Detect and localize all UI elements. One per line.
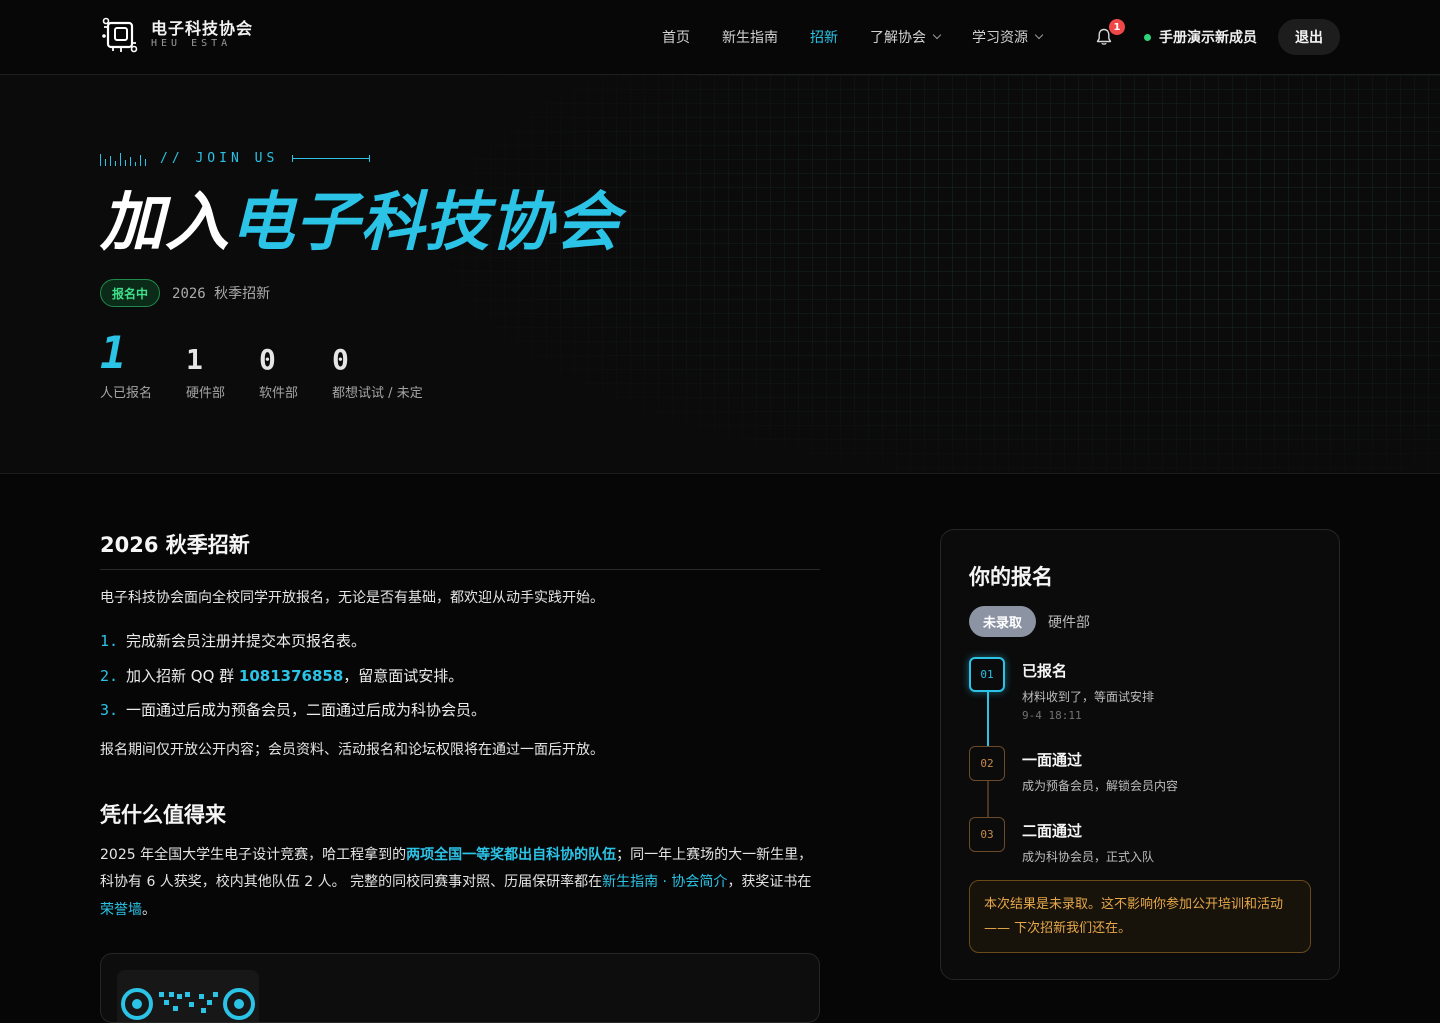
why-text: 。: [142, 901, 156, 918]
step-item: 2. 加入招新 QQ 群 1081376858，留意面试安排。: [100, 659, 820, 694]
season-label: 2026 秋季招新: [172, 286, 271, 302]
step-item: 1. 完成新会员注册并提交本页报名表。: [100, 624, 820, 659]
nav-link-label: 学习资源: [972, 30, 1028, 46]
timeline-title: 已报名: [1022, 662, 1068, 680]
recruit-content: 2026 秋季招新 电子科技协会面向全校同学开放报名，无论是否有基础，都欢迎从动…: [100, 530, 820, 924]
hero-title-accent: 电子科技协会: [230, 186, 620, 260]
step-text: 一面通过后成为预备会员，二面通过后成为科协会员。: [126, 701, 487, 719]
notification-badge: 1: [1109, 19, 1125, 35]
recruit-steps: 1. 完成新会员注册并提交本页报名表。 2. 加入招新 QQ 群 108137685…: [100, 624, 820, 728]
stat-label: 人已报名: [100, 386, 153, 401]
nav-link-recruit[interactable]: 招新: [810, 27, 838, 47]
qq-group-number[interactable]: 1081376858: [239, 667, 343, 685]
timeline-desc: 成为预备会员，解锁会员内容: [1022, 779, 1179, 793]
result-badge: 未录取: [969, 606, 1037, 637]
nav-link-label: 招新: [810, 30, 838, 46]
step-text-pre: 加入招新 QQ 群: [126, 666, 239, 685]
hero-grid-background: [0, 75, 1440, 473]
nav-link-freshman-guide[interactable]: 新生指南: [722, 27, 778, 47]
chevron-down-icon: [932, 30, 942, 40]
hero-section: // JOIN US 加入电子科技协会 报名中 2026 秋季招新 1 人已报名…: [0, 75, 1440, 474]
timeline-node: 03: [969, 817, 1005, 852]
online-status-dot: [1144, 33, 1151, 41]
stat-hardware: 1 硬件部: [186, 342, 225, 401]
section-title-why: 凭什么值得来: [100, 802, 226, 827]
timeline-title: 一面通过: [1022, 751, 1083, 769]
result-notice: 本次结果是未录取。这不影响你参加公开培训和活动 —— 下次招新我们还在。: [969, 880, 1311, 953]
step-number: 3.: [100, 701, 119, 719]
application-status: 未录取 硬件部: [969, 606, 1090, 637]
recruit-status-row: 报名中 2026 秋季招新: [100, 279, 270, 307]
eyebrow-rule: [292, 155, 371, 162]
qr-code-image: [117, 970, 259, 1022]
department-label: 硬件部: [1048, 614, 1091, 631]
eyebrow-text: // JOIN US: [160, 151, 279, 166]
step-number: 1.: [100, 632, 119, 650]
circuit-logo-icon: [102, 17, 138, 53]
link-freshman-guide-intro[interactable]: 新生指南 · 协会简介: [602, 874, 727, 890]
user-menu[interactable]: 手册演示新成员: [1144, 27, 1257, 47]
nav-link-resources[interactable]: 学习资源: [972, 27, 1044, 47]
waveform-icon: [100, 152, 146, 166]
step-number: 2.: [100, 666, 119, 685]
nav-link-about[interactable]: 了解协会: [870, 27, 942, 47]
timeline-title: 二面通过: [1022, 822, 1083, 840]
step-text: 完成新会员注册并提交本页报名表。: [126, 632, 367, 650]
timeline-time: 9-4 18:11: [1022, 709, 1082, 722]
timeline-node: 02: [969, 746, 1005, 781]
qr-pattern-icon: [121, 988, 255, 1020]
top-nav: 电子科技协会 HEU ESTA 首页 新生指南 招新 了解协会 学习资源 1 手…: [0, 0, 1440, 75]
hero-eyebrow: // JOIN US: [100, 151, 371, 166]
section-title-recruit: 2026 秋季招新: [100, 533, 250, 557]
nav-link-label: 首页: [662, 30, 690, 46]
stat-total: 1 人已报名: [100, 328, 153, 402]
stat-label: 都想试试 / 未定: [332, 386, 423, 401]
access-note: 报名期间仅开放公开内容；会员资料、活动报名和论坛权限将在通过一面后开放。: [100, 741, 604, 758]
timeline-connector: [987, 781, 989, 818]
step-item: 3. 一面通过后成为预备会员，二面通过后成为科协会员。: [100, 693, 820, 728]
brand-logo[interactable]: 电子科技协会 HEU ESTA: [101, 16, 253, 54]
recruit-intro: 电子科技协会面向全校同学开放报名，无论是否有基础，都欢迎从动手实践开始。: [100, 590, 604, 606]
nav-link-home[interactable]: 首页: [662, 27, 690, 47]
timeline-node: 01: [969, 657, 1005, 692]
brand-subtitle: HEU ESTA: [151, 38, 232, 49]
nav-link-label: 了解协会: [870, 30, 926, 46]
link-honor-wall[interactable]: 荣誉墙: [100, 902, 142, 918]
stat-value: 1: [100, 328, 127, 379]
logout-button[interactable]: 退出: [1278, 19, 1340, 55]
hero-title-white: 加入: [100, 186, 230, 260]
nav-link-label: 新生指南: [722, 30, 778, 46]
timeline-desc: 成为科协会员，正式入队: [1022, 850, 1155, 864]
user-name: 手册演示新成员: [1159, 30, 1257, 46]
chevron-down-icon: [1034, 30, 1044, 40]
hero-title: 加入电子科技协会: [100, 183, 620, 263]
status-badge: 报名中: [100, 279, 161, 307]
signup-stats: 1 人已报名 1 硬件部 0 软件部 0 都想试试 / 未定: [100, 328, 423, 402]
why-text: ，获奖证书在: [727, 874, 812, 890]
stat-value: 0: [259, 343, 276, 376]
why-text: 2025 年全国大学生电子设计竞赛，哈工程拿到的: [100, 846, 407, 863]
brand-name: 电子科技协会: [151, 19, 254, 38]
timeline-connector-active: [987, 692, 989, 746]
qr-card: [100, 953, 820, 1023]
step-text-post: ，留意面试安排。: [343, 666, 464, 685]
step-text: 加入招新 QQ 群 1081376858，留意面试安排。: [126, 659, 463, 694]
timeline-desc: 材料收到了，等面试安排: [1022, 690, 1155, 704]
stat-value: 0: [332, 343, 349, 376]
stat-label: 软件部: [259, 386, 299, 401]
why-paragraph: 2025 年全国大学生电子设计竞赛，哈工程拿到的两项全国一等奖都出自科协的队伍；…: [100, 842, 820, 925]
nav-links: 首页 新生指南 招新 了解协会 学习资源: [662, 27, 1044, 47]
section-divider: [100, 569, 820, 570]
stat-software: 0 软件部: [259, 342, 298, 401]
stat-value: 1: [186, 343, 203, 376]
my-application-panel: 你的报名 未录取 硬件部 01 已报名 材料收到了，等面试安排 9-4 18:1…: [940, 529, 1340, 980]
stat-undecided: 0 都想试试 / 未定: [332, 342, 423, 401]
stat-label: 硬件部: [186, 386, 226, 401]
why-highlight: 两项全国一等奖都出自科协的队伍: [406, 846, 617, 863]
panel-title: 你的报名: [969, 565, 1053, 589]
